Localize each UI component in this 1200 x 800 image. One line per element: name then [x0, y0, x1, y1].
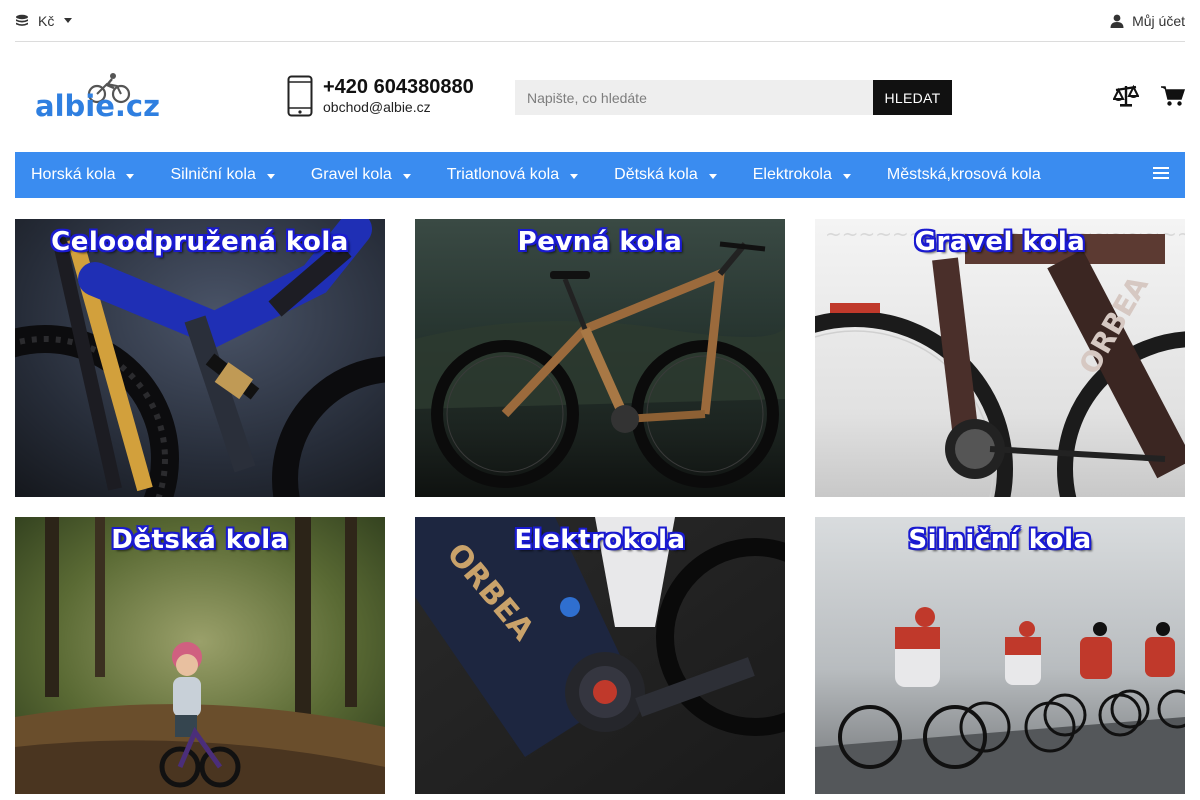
category-tile-silnicni-kola[interactable]: Silniční kola — [815, 517, 1185, 794]
category-title: Silniční kola — [908, 525, 1092, 555]
logo-wordmark: albie.cz — [35, 89, 160, 123]
nav-item-label: Silniční kola — [170, 166, 256, 183]
category-tile-gravel-kola[interactable]: ~~~~~~~~~~~~~~~~~~~~~~~~~ ORBEA Gravel k… — [815, 219, 1185, 497]
category-tile-pevna-kola[interactable]: Pevná kola — [415, 219, 785, 497]
logo-text: albie.cz — [35, 89, 165, 130]
account-label: Můj účet — [1132, 12, 1185, 29]
user-icon — [1110, 14, 1124, 28]
search-bar: HLEDAT — [515, 80, 952, 115]
chevron-down-icon — [842, 173, 851, 179]
nav-item-detska-kola[interactable]: Dětská kola — [598, 152, 733, 198]
nav-item-mestska-krosova-kola[interactable]: Městská,krosová kola — [871, 152, 1057, 198]
nav-item-label: Dětská kola — [614, 166, 698, 183]
currency-label: Kč — [38, 12, 55, 29]
ebike-photo: ORBEA — [415, 517, 785, 794]
search-input[interactable] — [515, 80, 873, 115]
logo-wordmark-text: albie.cz — [35, 90, 160, 122]
nav-item-label: Gravel kola — [310, 166, 392, 183]
nav-item-gravel-kola[interactable]: Gravel kola — [295, 152, 427, 198]
contact-info: +420 604380880 obchod@albie.cz — [287, 74, 474, 118]
phone-number[interactable]: +420 604380880 — [323, 76, 474, 98]
account-link[interactable]: Můj účet — [1110, 13, 1185, 29]
coins-icon — [16, 14, 28, 26]
chevron-down-icon — [64, 18, 73, 23]
email-address[interactable]: obchod@albie.cz — [323, 98, 474, 116]
phone-icon — [287, 75, 313, 117]
gravel-bike-photo: ~~~~~~~~~~~~~~~~~~~~~~~~~ ORBEA — [815, 219, 1185, 497]
category-title: Elektrokola — [514, 525, 686, 555]
nav-item-silnicni-kola[interactable]: Silniční kola — [154, 152, 290, 198]
hamburger-icon[interactable] — [1153, 167, 1169, 182]
chevron-down-icon — [266, 173, 275, 179]
cart-icon[interactable] — [1161, 85, 1185, 107]
nav-item-label: Elektrokola — [752, 166, 832, 183]
kids-bike-photo — [15, 517, 385, 794]
nav-item-label: Městská,krosová kola — [886, 166, 1041, 183]
category-title: Gravel kola — [914, 227, 1086, 257]
category-tile-elektrokola[interactable]: ORBEA Elektrokola — [415, 517, 785, 794]
hardtail-bike-photo — [415, 219, 785, 497]
category-title: Celoodpružená kola — [51, 227, 349, 257]
road-cyclists-photo — [815, 517, 1185, 794]
site-header: albie.cz +420 604380880 obchod@albie.cz … — [15, 42, 1185, 152]
nav-item-label: Triatlonová kola — [446, 166, 560, 183]
currency-selector[interactable]: Kč — [15, 12, 73, 29]
category-title: Pevná kola — [517, 227, 683, 257]
chevron-down-icon — [126, 173, 135, 179]
full-suspension-bike-photo — [15, 219, 385, 497]
scale-icon[interactable] — [1113, 84, 1139, 108]
chevron-down-icon — [570, 173, 579, 179]
main-navigation: Horská kola Silniční kola Gravel kola Tr… — [15, 152, 1185, 198]
category-tile-detska-kola[interactable]: Dětská kola — [15, 517, 385, 794]
search-button[interactable]: HLEDAT — [873, 80, 952, 115]
category-tile-celoodpruzena-kola[interactable]: Celoodpružená kola — [15, 219, 385, 497]
chevron-down-icon — [402, 173, 411, 179]
nav-item-triatlonova-kola[interactable]: Triatlonová kola — [431, 152, 594, 198]
category-title: Dětská kola — [111, 525, 289, 555]
nav-item-elektrokola[interactable]: Elektrokola — [737, 152, 867, 198]
top-bar: Kč Můj účet — [15, 0, 1185, 42]
header-actions — [1113, 84, 1185, 108]
nav-item-horska-kola[interactable]: Horská kola — [15, 152, 150, 198]
chevron-down-icon — [708, 173, 717, 179]
logo[interactable]: albie.cz — [35, 72, 170, 124]
nav-item-label: Horská kola — [31, 166, 116, 183]
